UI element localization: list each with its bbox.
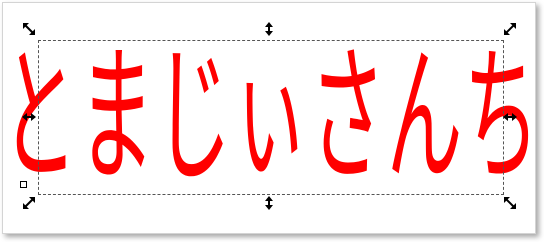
scale-handle-top-right-icon[interactable] [503,22,517,36]
selection-bounding-box [38,40,504,195]
canvas-area: とまじぃさんち [2,2,540,234]
scale-handle-bottom-left-icon[interactable] [22,196,36,210]
scale-handle-top-icon[interactable] [262,22,276,36]
scale-handle-top-left-icon[interactable] [22,22,36,36]
scale-handle-bottom-right-icon[interactable] [503,196,517,210]
rotation-center-icon[interactable] [20,181,27,188]
scale-handle-left-icon[interactable] [22,110,36,124]
scale-handle-bottom-icon[interactable] [262,196,276,210]
scale-handle-right-icon[interactable] [503,110,517,124]
